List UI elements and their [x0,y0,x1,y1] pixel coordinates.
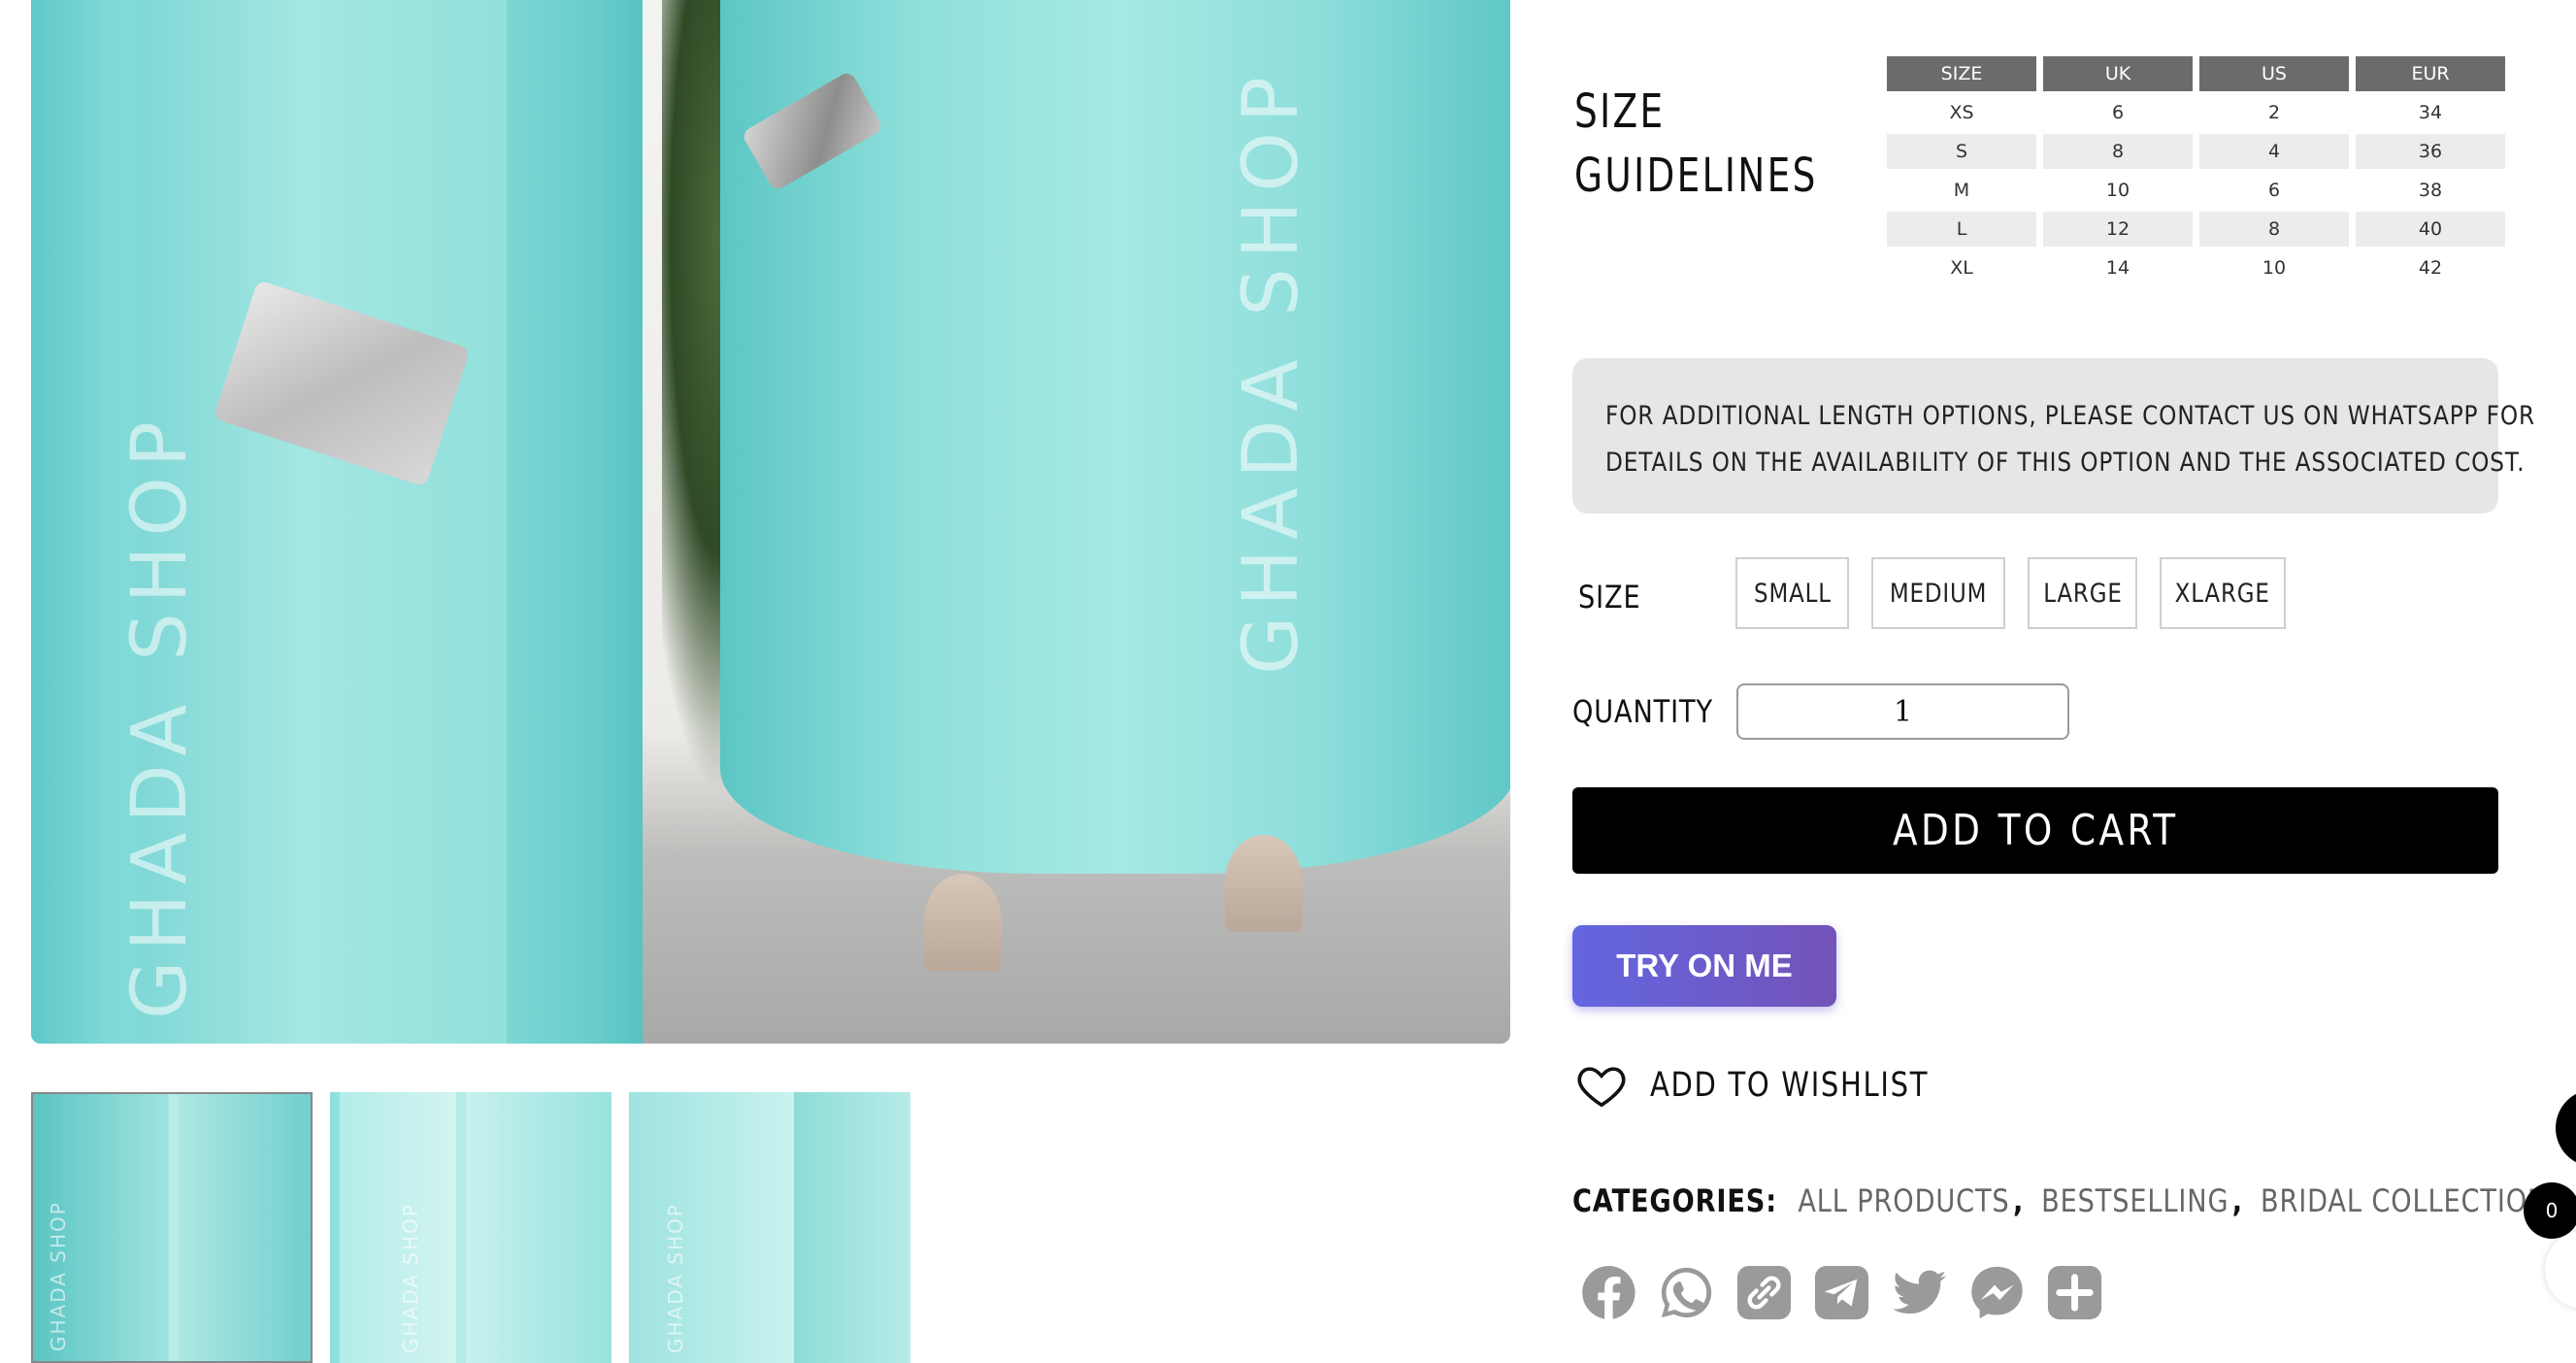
chat-widget-button[interactable] [2556,1089,2576,1167]
size-option-label: LARGE [2042,578,2123,609]
size-chart-cell: 40 [2356,212,2505,247]
thumbnail-watermark: GHADA SHOP [664,1203,687,1353]
quantity-label: QUANTITY [1572,693,1713,730]
size-chart-cell: 12 [2043,212,2193,247]
size-chart-header: EUR [2356,56,2505,91]
size-chart-cell: S [1887,134,2036,169]
size-chart-cell: XS [1949,102,1974,123]
size-chart-cell: 8 [2199,212,2349,247]
thumbnail-1[interactable]: GHADA SHOP [31,1092,313,1363]
size-chart-row: L 12 8 40 [1887,212,2505,247]
shoe [924,874,1002,971]
size-selector-label: SIZE [1578,579,1641,615]
add-to-cart-label: ADD TO CART [1892,806,2179,855]
main-product-image[interactable]: GHADA SHOP GHADA SHOP [31,0,1510,1044]
size-option-medium[interactable]: MEDIUM [1871,557,2005,629]
size-chart-cell: 10 [2105,180,2130,201]
categories-label: CATEGORIES: [1572,1182,1777,1219]
size-option-large[interactable]: LARGE [2028,557,2137,629]
size-guidelines-title-line1: SIZE [1574,84,1666,139]
size-chart-cell: 34 [2418,102,2443,123]
quantity-input[interactable] [1736,683,2069,740]
share-plus-icon[interactable] [2044,1260,2105,1324]
watermark-right: GHADA SHOP [1228,67,1315,675]
category-link-all-products[interactable]: ALL PRODUCTS [1798,1182,2009,1219]
thumbnail-3[interactable]: GHADA SHOP [629,1092,910,1363]
size-chart-header: SIZE [1887,56,2036,91]
floating-widget-button[interactable] [2545,1231,2576,1309]
size-chart-cell: 42 [2418,257,2443,279]
size-chart-cell: 6 [2267,180,2281,201]
facebook-icon[interactable] [1578,1260,1639,1324]
thumbnail-2[interactable]: GHADA SHOP [330,1092,611,1363]
size-chart-cell: 10 [2262,257,2287,279]
size-chart-cell: 38 [2418,180,2443,201]
length-options-notice: FOR ADDITIONAL LENGTH OPTIONS, PLEASE CO… [1572,358,2536,514]
size-chart-header: UK [2043,56,2193,91]
thumbnail-watermark: GHADA SHOP [47,1201,70,1351]
size-option-small[interactable]: SMALL [1735,557,1849,629]
size-chart-cell: 36 [2356,134,2505,169]
size-option-label: XLARGE [2174,578,2271,609]
size-option-label: SMALL [1753,578,1832,609]
twitter-icon[interactable] [1889,1260,1950,1324]
whatsapp-icon[interactable] [1656,1260,1717,1324]
size-guidelines-title-line2: GUIDELINES [1574,149,1818,203]
shoe [1225,835,1303,932]
category-link-bestselling[interactable]: BESTSELLING [2041,1182,2229,1219]
size-chart-cell: 4 [2199,134,2349,169]
size-guidelines-title: SIZE GUIDELINES [1574,80,1818,208]
categories-row: CATEGORIES: ALL PRODUCTS, BESTSELLING, B… [1572,1182,2549,1219]
size-chart-table: SIZE UK US EUR XS 6 2 34 S 8 4 36 M 10 6… [1880,52,2512,289]
size-chart-cell: 8 [2043,134,2193,169]
cart-count-badge[interactable]: 0 [2524,1182,2576,1239]
size-chart-row: XS 6 2 34 [1887,95,2505,130]
category-link-bridal-collection[interactable]: BRIDAL COLLECTION [2261,1182,2548,1219]
size-chart-row: S 8 4 36 [1887,134,2505,169]
size-chart-cell: 14 [2105,257,2130,279]
wishlist-label: ADD TO WISHLIST [1650,1066,1930,1105]
size-chart-row: XL 14 10 42 [1887,250,2505,285]
social-share-row [1578,1260,2105,1324]
add-to-cart-button[interactable]: ADD TO CART [1572,787,2498,874]
messenger-icon[interactable] [1966,1260,2028,1324]
heart-icon [1577,1067,1626,1108]
copy-link-icon[interactable] [1734,1260,1795,1324]
thumbnail-watermark: GHADA SHOP [399,1203,422,1353]
size-option-xlarge[interactable]: XLARGE [2160,557,2286,629]
size-chart-row: M 10 6 38 [1887,173,2505,208]
watermark-left: GHADA SHOP [116,412,204,1019]
size-option-label: MEDIUM [1889,578,1988,609]
size-chart-cell: XL [1950,257,1973,279]
notice-line-2: DETAILS ON THE AVAILABILITY OF THIS OPTI… [1605,448,2526,478]
add-to-wishlist-link[interactable]: ADD TO WISHLIST [1574,1059,1986,1112]
image-right-model: GHADA SHOP [643,0,1510,1044]
size-chart-header: US [2199,56,2349,91]
size-chart-cell: 6 [2111,102,2125,123]
try-on-me-button[interactable]: TRY ON ME [1572,925,1836,1007]
telegram-icon[interactable] [1811,1260,1872,1324]
image-left-model: GHADA SHOP [31,0,643,1044]
size-chart-cell: 2 [2267,102,2281,123]
size-chart-header-row: SIZE UK US EUR [1887,56,2505,91]
size-chart-cell: L [1887,212,2036,247]
size-chart-cell: M [1953,180,1970,201]
notice-line-1: FOR ADDITIONAL LENGTH OPTIONS, PLEASE CO… [1605,401,2536,431]
